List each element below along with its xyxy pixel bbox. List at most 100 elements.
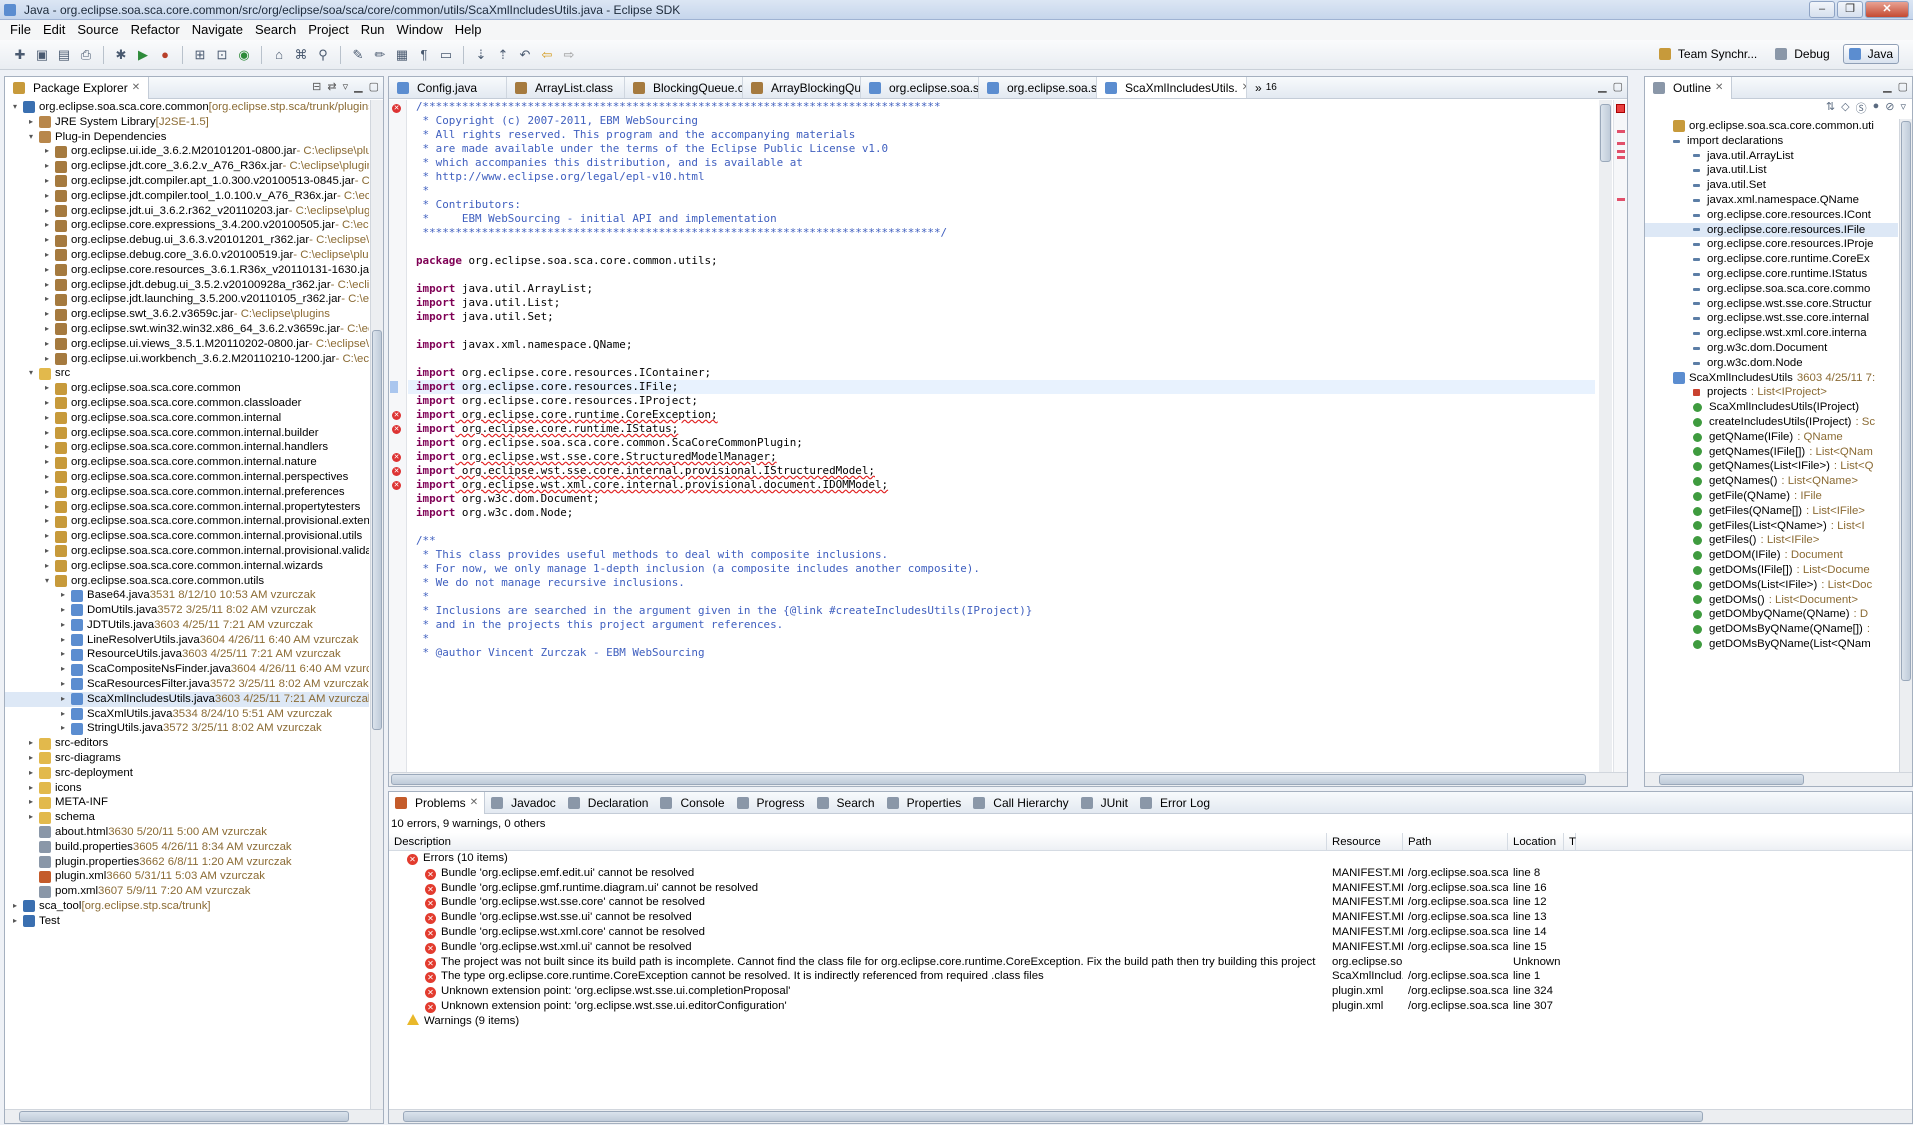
- forward-icon[interactable]: ⇨: [559, 45, 579, 65]
- menu-edit[interactable]: Edit: [37, 20, 71, 40]
- outline-item[interactable]: getDOM(IFile) : Document: [1645, 548, 1898, 563]
- hide-nonpublic-icon[interactable]: ●: [1873, 100, 1880, 118]
- minimize-view-icon[interactable]: ▁: [1883, 80, 1891, 93]
- outline-item[interactable]: javax.xml.namespace.QName: [1645, 193, 1898, 208]
- code-line[interactable]: * @author Vincent Zurczak - EBM WebSourc…: [408, 646, 1595, 660]
- column-header[interactable]: Description: [389, 833, 1327, 850]
- maximize-view-icon[interactable]: ▢: [1613, 80, 1623, 93]
- problem-row[interactable]: ✕ Unknown extension point: 'org.eclipse.w…: [389, 984, 1912, 999]
- show-source-icon[interactable]: ▭: [436, 45, 456, 65]
- expand-toggle-icon[interactable]: ▸: [45, 337, 55, 352]
- outline-item[interactable]: org.w3c.dom.Document: [1645, 341, 1898, 356]
- outline-item[interactable]: org.eclipse.core.runtime.IStatus: [1645, 267, 1898, 282]
- editor-tab[interactable]: org.eclipse.soa.sca.: [861, 77, 979, 98]
- column-header[interactable]: T: [1564, 833, 1576, 850]
- code-line[interactable]: * EBM WebSourcing - initial API and impl…: [408, 212, 1595, 226]
- expand-toggle-icon[interactable]: ▸: [45, 174, 55, 189]
- outline-item[interactable]: getQNames(IFile[]) : List<QNam: [1645, 445, 1898, 460]
- save-icon[interactable]: ▣: [32, 45, 52, 65]
- tree-item[interactable]: pom.xml 3607 5/9/11 7:20 AM vzurczak: [5, 884, 369, 899]
- problem-row[interactable]: ✕ The type org.eclipse.core.runtime.CoreE…: [389, 969, 1912, 984]
- tree-item[interactable]: ▸ JRE System Library [J2SE-1.5]: [5, 115, 369, 130]
- tree-item[interactable]: ▸ src-diagrams: [5, 751, 369, 766]
- tree-item[interactable]: ▸ org.eclipse.jdt.compiler.tool_1.0.100.v…: [5, 189, 369, 204]
- expand-toggle-icon[interactable]: ▸: [61, 692, 71, 707]
- expand-toggle-icon[interactable]: ▸: [61, 647, 71, 662]
- tree-item[interactable]: ▸ org.eclipse.soa.sca.core.common.interna…: [5, 559, 369, 574]
- tree-item[interactable]: ▸ src-editors: [5, 736, 369, 751]
- column-header[interactable]: Location: [1508, 833, 1564, 850]
- expand-toggle-icon[interactable]: ▸: [45, 470, 55, 485]
- expand-toggle-icon[interactable]: ▸: [45, 278, 55, 293]
- code-area[interactable]: ⊖/**************************************…: [408, 100, 1595, 772]
- expand-toggle-icon[interactable]: ▸: [45, 440, 55, 455]
- code-line[interactable]: import javax.xml.namespace.QName;: [408, 338, 1595, 352]
- expand-toggle-icon[interactable]: ▸: [61, 677, 71, 692]
- tree-item[interactable]: ▸ src-deployment: [5, 766, 369, 781]
- code-line[interactable]: [408, 352, 1595, 366]
- outline-item[interactable]: getDOMs(List<IFile>) : List<Doc: [1645, 578, 1898, 593]
- maximize-view-icon[interactable]: ▢: [1898, 80, 1908, 93]
- tree-item[interactable]: ▾ Plug-in Dependencies: [5, 130, 369, 145]
- expand-toggle-icon[interactable]: ▾: [29, 130, 39, 145]
- expand-toggle-icon[interactable]: ▸: [45, 352, 55, 367]
- expand-toggle-icon[interactable]: ▸: [45, 159, 55, 174]
- tree-item[interactable]: ▸ org.eclipse.soa.sca.core.common.interna…: [5, 514, 369, 529]
- outline-item[interactable]: ScaXmlIncludesUtils(IProject): [1645, 400, 1898, 415]
- tree-item[interactable]: ▸ org.eclipse.soa.sca.core.common.interna…: [5, 440, 369, 455]
- code-line[interactable]: * Copyright (c) 2007-2011, EBM WebSourci…: [408, 114, 1595, 128]
- new-package-icon[interactable]: ⊡: [212, 45, 232, 65]
- scroll-thumb[interactable]: [372, 330, 382, 730]
- outline-item[interactable]: getDOMsByQName(List<QNam: [1645, 637, 1898, 652]
- outline-item[interactable]: org.eclipse.core.resources.ICont: [1645, 208, 1898, 223]
- overview-error-mark[interactable]: [1617, 130, 1625, 133]
- problem-row[interactable]: ✕ Bundle 'org.eclipse.emf.edit.ui' cannot…: [389, 866, 1912, 881]
- minimize-view-icon[interactable]: ▁: [1598, 80, 1606, 93]
- save-all-icon[interactable]: ▤: [54, 45, 74, 65]
- code-line[interactable]: import java.util.List;: [408, 296, 1595, 310]
- outline-vscroll[interactable]: [1899, 119, 1912, 772]
- code-line[interactable]: * This class provides useful methods to …: [408, 548, 1595, 562]
- scroll-thumb[interactable]: [1600, 104, 1611, 162]
- view-tab-properties[interactable]: Properties: [881, 792, 968, 814]
- overview-error-mark[interactable]: [1617, 142, 1625, 145]
- code-line[interactable]: import org.eclipse.wst.sse.core.internal…: [408, 464, 1595, 478]
- overview-status-icon[interactable]: [1616, 104, 1625, 113]
- tree-item[interactable]: ▸ org.eclipse.debug.ui_3.6.3.v20101201_r3…: [5, 233, 369, 248]
- tree-item[interactable]: ▸ Base64.java 3531 8/12/10 10:53 AM vzurc…: [5, 588, 369, 603]
- code-line[interactable]: ⊖/**: [408, 534, 1595, 548]
- code-line[interactable]: * http://www.eclipse.org/legal/epl-v10.h…: [408, 170, 1595, 184]
- code-line[interactable]: import org.w3c.dom.Node;: [408, 506, 1595, 520]
- view-tab-search[interactable]: Search: [811, 792, 881, 814]
- tree-item[interactable]: ▸ org.eclipse.ui.ide_3.6.2.M20101201-0800…: [5, 144, 369, 159]
- tree-item[interactable]: ▸ org.eclipse.jdt.core_3.6.2.v_A76_R36x.j…: [5, 159, 369, 174]
- outline-item[interactable]: org.eclipse.wst.xml.core.interna: [1645, 326, 1898, 341]
- tree-item[interactable]: ▸ org.eclipse.core.expressions_3.4.200.v2…: [5, 218, 369, 233]
- expand-toggle-icon[interactable]: ▸: [45, 529, 55, 544]
- expand-toggle-icon[interactable]: ▸: [29, 781, 39, 796]
- perspective-2[interactable]: Java: [1842, 44, 1899, 64]
- outline-item[interactable]: org.eclipse.core.resources.IFile: [1645, 222, 1898, 238]
- expand-toggle-icon[interactable]: ▸: [45, 248, 55, 263]
- code-line[interactable]: import org.w3c.dom.Document;: [408, 492, 1595, 506]
- tree-item[interactable]: ▸ org.eclipse.debug.core_3.6.0.v20100519.…: [5, 248, 369, 263]
- scroll-thumb[interactable]: [19, 1111, 349, 1122]
- minimize-view-icon[interactable]: ▁: [354, 80, 362, 93]
- expand-toggle-icon[interactable]: ▸: [45, 189, 55, 204]
- expand-toggle-icon[interactable]: ▸: [45, 485, 55, 500]
- code-line[interactable]: [408, 240, 1595, 254]
- package-explorer-vscroll[interactable]: [370, 100, 383, 1109]
- previous-annotation-icon[interactable]: ⇡: [493, 45, 513, 65]
- menu-project[interactable]: Project: [302, 20, 354, 40]
- problem-row[interactable]: ✕ Bundle 'org.eclipse.gmf.runtime.diagram…: [389, 881, 1912, 896]
- code-line[interactable]: import org.eclipse.core.resources.IFile;: [408, 380, 1595, 394]
- tree-item[interactable]: ▸ org.eclipse.soa.sca.core.common.interna…: [5, 455, 369, 470]
- view-tab-console[interactable]: Console: [654, 792, 730, 814]
- code-line[interactable]: import org.eclipse.wst.xml.core.internal…: [408, 478, 1595, 492]
- tree-item[interactable]: ▸ org.eclipse.soa.sca.core.common.interna…: [5, 529, 369, 544]
- expand-toggle-icon[interactable]: ▸: [45, 233, 55, 248]
- overview-error-mark[interactable]: [1617, 150, 1625, 153]
- debug-icon[interactable]: ✱: [111, 45, 131, 65]
- code-line[interactable]: * Contributors:: [408, 198, 1595, 212]
- expand-toggle-icon[interactable]: ▸: [45, 204, 55, 219]
